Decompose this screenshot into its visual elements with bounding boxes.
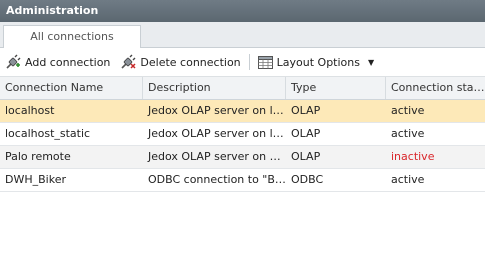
delete-connection-button[interactable]: Delete connection (120, 54, 241, 70)
window-title: Administration (0, 0, 485, 22)
cell-connection-name: DWH_Biker (5, 173, 66, 186)
cell-status: active (391, 173, 425, 186)
add-connection-label: Add connection (25, 55, 111, 69)
cell-connection-name: localhost_static (5, 127, 91, 140)
column-header-status[interactable]: Connection stat... (386, 77, 485, 99)
table-row[interactable]: localhost_static Jedox OLAP server on lo… (0, 123, 485, 146)
tab-all-connections[interactable]: All connections (3, 25, 141, 48)
table-row[interactable]: localhost Jedox OLAP server on loc... OL… (0, 100, 485, 123)
column-header-description[interactable]: Description (143, 77, 286, 99)
table-row[interactable]: Palo remote Jedox OLAP server on srv... … (0, 146, 485, 169)
chevron-down-icon: ▼ (368, 57, 375, 67)
plug-add-icon (6, 54, 21, 69)
toolbar: Add connection Delete connection Layout … (0, 48, 485, 77)
cell-description: Jedox OLAP server on loc... (148, 104, 286, 117)
table-header: Connection Name Description Type Connect… (0, 77, 485, 100)
cell-description: ODBC connection to "Bik... (148, 173, 286, 186)
cell-type: OLAP (291, 150, 321, 163)
cell-connection-name: localhost (5, 104, 55, 117)
add-connection-button[interactable]: Add connection (5, 54, 110, 70)
cell-type: OLAP (291, 127, 321, 140)
layout-options-label: Layout Options (276, 55, 360, 69)
cell-type: ODBC (291, 173, 324, 186)
column-header-name[interactable]: Connection Name (0, 77, 143, 99)
connections-table: Connection Name Description Type Connect… (0, 77, 485, 192)
cell-type: OLAP (291, 104, 321, 117)
plug-delete-icon (121, 54, 136, 69)
table-layout-icon (257, 55, 273, 69)
cell-status: active (391, 104, 425, 117)
table-row[interactable]: DWH_Biker ODBC connection to "Bik... ODB… (0, 169, 485, 192)
toolbar-divider (248, 54, 250, 70)
cell-status: active (391, 127, 425, 140)
tab-strip: All connections (0, 22, 485, 48)
column-header-type[interactable]: Type (286, 77, 386, 99)
cell-connection-name: Palo remote (5, 150, 71, 163)
cell-status: inactive (391, 150, 435, 163)
delete-connection-label: Delete connection (140, 55, 241, 69)
cell-description: Jedox OLAP server on loc... (148, 127, 286, 140)
cell-description: Jedox OLAP server on srv... (148, 150, 286, 163)
layout-options-button[interactable]: Layout Options ▼ (257, 55, 375, 69)
